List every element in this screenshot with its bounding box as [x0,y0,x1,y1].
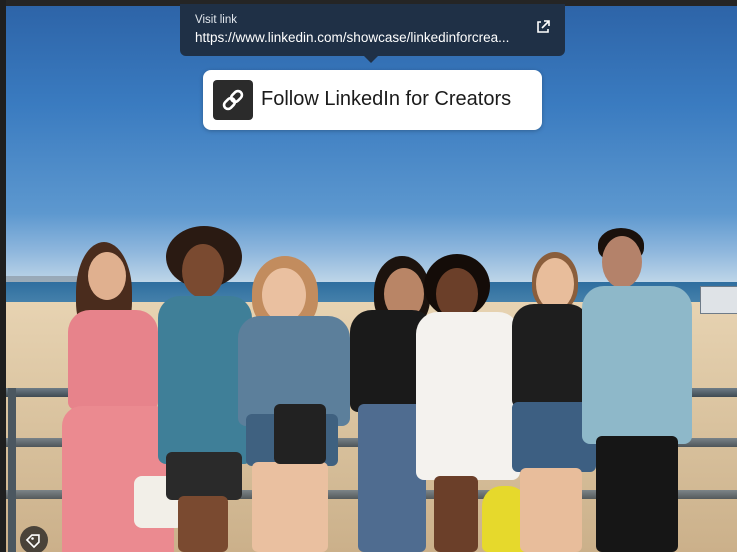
visit-link-tooltip[interactable]: Visit link https://www.linkedin.com/show… [180,4,565,63]
tooltip-label: Visit link [195,14,237,26]
rail-post [8,388,16,552]
follow-linkedin-for-creators-button[interactable]: Follow LinkedIn for Creators [203,70,542,130]
tag-people-button[interactable] [20,526,48,552]
link-icon [222,89,244,111]
tooltip-arrow [363,55,379,63]
lifeguard-tower [700,286,737,314]
tag-icon [25,534,40,549]
link-icon-box [213,80,253,120]
follow-label: Follow LinkedIn for Creators [261,88,512,110]
tooltip-url[interactable]: https://www.linkedin.com/showcase/linked… [195,30,509,45]
external-link-icon[interactable] [535,19,551,35]
